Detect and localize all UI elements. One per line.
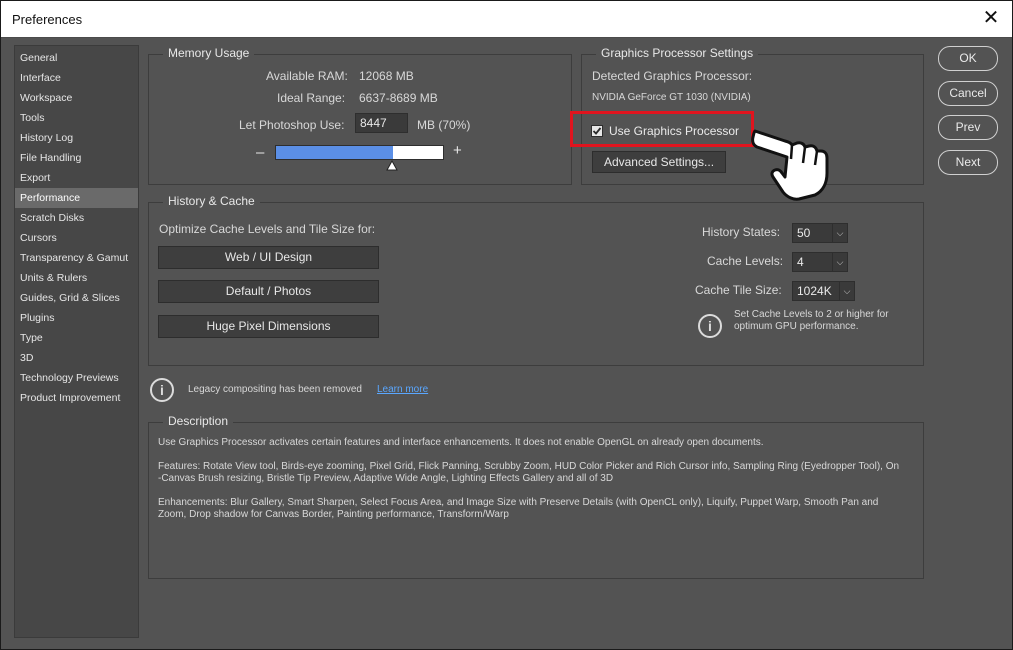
gpu-settings-label: Graphics Processor Settings <box>596 46 759 60</box>
slider-triangle-icon[interactable] <box>386 160 398 172</box>
sidebar-item-tools[interactable]: Tools <box>15 108 138 128</box>
description-label: Description <box>163 414 234 428</box>
cache-tile-size-label: Cache Tile Size: <box>695 283 782 297</box>
description-paragraph-1: Use Graphics Processor activates certain… <box>158 437 764 448</box>
info-icon: i <box>150 378 174 402</box>
sidebar-item-performance[interactable]: Performance <box>15 188 138 208</box>
history-states-value: 50 <box>797 226 811 240</box>
cache-tile-size-value: 1024K <box>797 284 832 298</box>
use-gpu-label[interactable]: Use Graphics Processor <box>609 124 739 138</box>
description-group: Description Use Graphics Processor activ… <box>148 414 924 579</box>
chevron-down-icon: ⌵ <box>832 253 847 271</box>
legacy-compositing-text: Legacy compositing has been removed <box>188 384 362 395</box>
description-paragraph-2a: Features: Rotate View tool, Birds-eye zo… <box>158 461 900 472</box>
available-ram-value: 12068 MB <box>359 69 414 83</box>
detected-gpu-value: NVIDIA GeForce GT 1030 (NVIDIA) <box>592 92 751 103</box>
cache-levels-select[interactable]: 4 ⌵ <box>792 252 848 272</box>
detected-gpu-label: Detected Graphics Processor: <box>592 69 753 83</box>
huge-pixel-dimensions-button[interactable]: Huge Pixel Dimensions <box>158 315 379 338</box>
ideal-range-label: Ideal Range: <box>277 91 346 105</box>
sidebar-item-file-handling[interactable]: File Handling <box>15 148 138 168</box>
sidebar-item-guides-grid-slices[interactable]: Guides, Grid & Slices <box>15 288 138 308</box>
cache-levels-label: Cache Levels: <box>707 254 784 268</box>
sidebar-item-history-log[interactable]: History Log <box>15 128 138 148</box>
advanced-settings-button[interactable]: Advanced Settings... <box>592 151 726 173</box>
use-gpu-checkbox[interactable] <box>591 125 603 137</box>
sidebar-item-export[interactable]: Export <box>15 168 138 188</box>
decrease-ram-button[interactable]: – <box>256 144 264 161</box>
cache-info-line1: Set Cache Levels to 2 or higher for <box>734 309 889 320</box>
next-button[interactable]: Next <box>938 150 998 175</box>
sidebar-list: General Interface Workspace Tools History Lo… <box>15 46 138 408</box>
sidebar-item-workspace[interactable]: Workspace <box>15 88 138 108</box>
sidebar-item-cursors[interactable]: Cursors <box>15 228 138 248</box>
sidebar-item-interface[interactable]: Interface <box>15 68 138 88</box>
description-paragraph-3a: Enhancements: Blur Gallery, Smart Sharpe… <box>158 497 879 508</box>
sidebar-item-3d[interactable]: 3D <box>15 348 138 368</box>
description-paragraph-3b: Zoom, Drop shadow for Canvas Border, Pai… <box>158 509 509 520</box>
default-photos-button[interactable]: Default / Photos <box>158 280 379 303</box>
sidebar-item-general[interactable]: General <box>15 48 138 68</box>
chevron-down-icon: ⌵ <box>839 282 854 300</box>
web-ui-design-button[interactable]: Web / UI Design <box>158 246 379 269</box>
memory-usage-group: Memory Usage Available RAM: 12068 MB Ide… <box>148 46 572 185</box>
info-icon: i <box>698 314 722 338</box>
chevron-down-icon: ⌵ <box>832 224 847 242</box>
sidebar-item-scratch-disks[interactable]: Scratch Disks <box>15 208 138 228</box>
memory-usage-label: Memory Usage <box>163 46 255 60</box>
prev-button[interactable]: Prev <box>938 115 998 140</box>
history-states-label: History States: <box>702 225 781 239</box>
history-states-select[interactable]: 50 ⌵ <box>792 223 848 243</box>
window-title: Preferences <box>12 12 83 27</box>
sidebar-item-transparency-gamut[interactable]: Transparency & Gamut <box>15 248 138 268</box>
preferences-window: Preferences ✕ General Interface Workspace T… <box>0 0 1013 650</box>
description-paragraph-2b: -Canvas Brush resizing, Bristle Tip Prev… <box>158 473 614 484</box>
cache-info-line2: optimum GPU performance. <box>734 321 859 332</box>
sidebar-item-product-improvement[interactable]: Product Improvement <box>15 388 138 408</box>
checkbox-check-icon <box>592 127 602 135</box>
title-bar: Preferences ✕ <box>1 1 1012 37</box>
cancel-button[interactable]: Cancel <box>938 81 998 106</box>
sidebar-item-plugins[interactable]: Plugins <box>15 308 138 328</box>
cache-tile-size-select[interactable]: 1024K ⌵ <box>792 281 855 301</box>
let-photoshop-use-label: Let Photoshop Use: <box>239 118 345 132</box>
ram-slider-fill <box>276 146 393 159</box>
ram-amount-input[interactable]: 8447 <box>355 113 408 133</box>
sidebar-item-type[interactable]: Type <box>15 328 138 348</box>
increase-ram-button[interactable]: + <box>453 142 462 159</box>
history-cache-group: History & Cache Optimize Cache Levels an… <box>148 194 924 366</box>
pointing-hand-icon <box>751 129 829 201</box>
learn-more-link[interactable]: Learn more <box>377 384 428 395</box>
dialog-body: General Interface Workspace Tools History Lo… <box>1 38 1012 649</box>
available-ram-label: Available RAM: <box>266 69 348 83</box>
ram-slider-track[interactable] <box>275 145 444 160</box>
cache-levels-value: 4 <box>797 255 804 269</box>
optimize-label: Optimize Cache Levels and Tile Size for: <box>159 222 376 236</box>
sidebar-item-technology-previews[interactable]: Technology Previews <box>15 368 138 388</box>
sidebar: General Interface Workspace Tools History Lo… <box>14 45 139 638</box>
close-icon[interactable]: ✕ <box>980 7 1002 29</box>
ram-unit-label: MB (70%) <box>417 118 471 132</box>
ideal-range-value: 6637-8689 MB <box>359 91 438 105</box>
sidebar-item-units-rulers[interactable]: Units & Rulers <box>15 268 138 288</box>
ok-button[interactable]: OK <box>938 46 998 71</box>
history-cache-label: History & Cache <box>163 194 260 208</box>
